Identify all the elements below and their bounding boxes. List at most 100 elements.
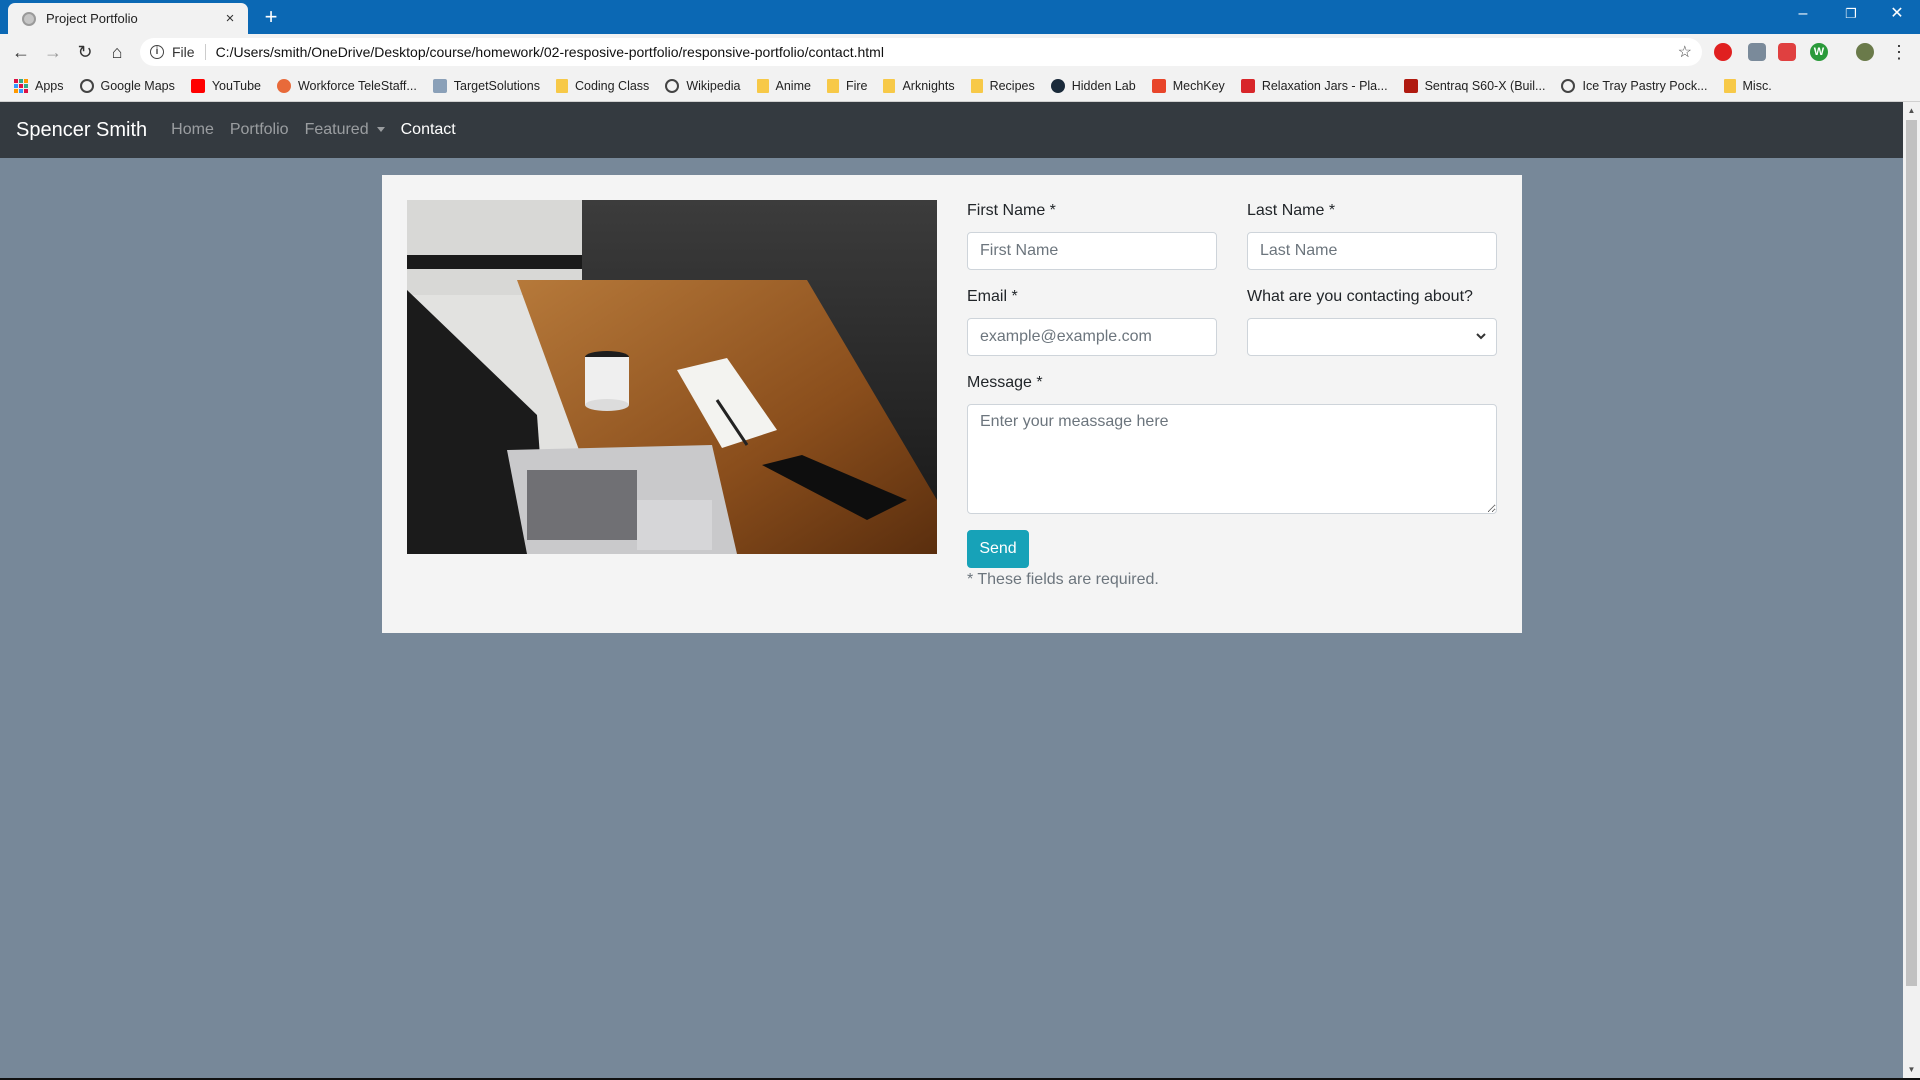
bookmark-label: MechKey — [1172, 78, 1225, 93]
youtube-icon — [190, 78, 205, 93]
bookmark-relaxation-jars[interactable]: Relaxation Jars - Pla... — [1240, 78, 1388, 93]
reload-icon[interactable]: ↻ — [72, 40, 98, 64]
bookmark-label: Wikipedia — [686, 78, 741, 93]
bookmark-fire[interactable]: Fire — [826, 78, 868, 93]
profile-avatar[interactable] — [1856, 43, 1874, 61]
site-navbar: Spencer Smith Home Portfolio Featured Co… — [0, 102, 1903, 158]
telestaff-icon — [276, 78, 291, 93]
apps-icon — [14, 78, 28, 93]
caret-down-icon — [376, 127, 385, 133]
minimize-button[interactable]: – — [1780, 0, 1826, 30]
send-button[interactable]: Send — [967, 530, 1029, 568]
chevron-down-icon — [1476, 329, 1486, 343]
bookmark-coding-class[interactable]: Coding Class — [555, 78, 650, 93]
folder-icon — [883, 78, 896, 93]
nav-featured-label: Featured — [304, 121, 369, 138]
last-name-input[interactable] — [1247, 232, 1497, 270]
bookmark-label: Misc. — [1742, 78, 1772, 93]
browser-titlebar: Project Portfolio × + – ❐ ✕ — [0, 0, 1920, 34]
bookmark-targetsolutions[interactable]: TargetSolutions — [432, 78, 540, 93]
bookmark-label: Anime — [775, 78, 811, 93]
bookmark-label: YouTube — [211, 78, 261, 93]
bookmark-youtube[interactable]: YouTube — [190, 78, 261, 93]
topic-select[interactable] — [1247, 318, 1497, 356]
extension-w-icon[interactable]: W — [1810, 43, 1828, 61]
scroll-down-arrow-icon[interactable]: ▼ — [1903, 1061, 1920, 1078]
relaxation-jars-icon — [1240, 78, 1255, 93]
bookmark-misc[interactable]: Misc. — [1723, 78, 1772, 93]
bookmark-label: Sentraq S60-X (Buil... — [1424, 78, 1546, 93]
required-fields-note: * These fields are required. — [967, 571, 1159, 588]
desk-photo — [407, 200, 937, 554]
close-window-button[interactable]: ✕ — [1874, 0, 1920, 30]
email-label: Email * — [967, 288, 1018, 305]
bookmark-recipes[interactable]: Recipes — [970, 78, 1035, 93]
address-url[interactable]: C:/Users/smith/OneDrive/Desktop/course/h… — [216, 44, 884, 60]
browser-tab[interactable]: Project Portfolio × — [8, 3, 248, 34]
extension-adblock-icon[interactable] — [1714, 43, 1732, 61]
chevron-down-glyph — [1476, 333, 1486, 340]
nav-dropdown-featured[interactable]: Featured — [305, 121, 385, 139]
bookmark-label: TargetSolutions — [453, 78, 540, 93]
extension-screen-icon[interactable] — [1748, 43, 1766, 61]
page-viewport: Spencer Smith Home Portfolio Featured Co… — [0, 102, 1903, 1078]
back-arrow-icon[interactable]: ← — [8, 40, 34, 64]
bookmark-google-maps[interactable]: Google Maps — [79, 78, 175, 93]
bookmark-sentraq[interactable]: Sentraq S60-X (Buil... — [1403, 78, 1546, 93]
bookmark-label: Google Maps — [100, 78, 175, 93]
message-textarea[interactable] — [967, 404, 1497, 514]
bookmark-anime[interactable]: Anime — [756, 78, 811, 93]
nav-link-home[interactable]: Home — [171, 121, 214, 139]
bookmark-label: Coding Class — [574, 78, 650, 93]
mechkey-icon — [1151, 78, 1166, 93]
folder-icon — [756, 78, 769, 93]
globe-icon — [79, 78, 94, 93]
globe-icon — [1561, 78, 1576, 93]
extension-video-icon[interactable] — [1778, 43, 1796, 61]
last-name-label: Last Name * — [1247, 202, 1336, 219]
topic-label: What are you contacting about? — [1247, 288, 1473, 305]
tab-close-icon[interactable]: × — [222, 10, 238, 27]
folder-icon — [970, 78, 983, 93]
scroll-up-arrow-icon[interactable]: ▲ — [1903, 102, 1920, 119]
bookmark-label: Arknights — [902, 78, 955, 93]
site-info-icon[interactable]: i — [150, 45, 164, 59]
targetsolutions-icon — [432, 78, 447, 93]
bookmark-workforce-telestaff[interactable]: Workforce TeleStaff... — [276, 78, 417, 93]
folder-icon — [826, 78, 839, 93]
bookmark-label: Hidden Lab — [1071, 78, 1136, 93]
restore-button[interactable]: ❐ — [1828, 0, 1874, 30]
bookmark-apps[interactable]: Apps — [14, 78, 64, 93]
first-name-label: First Name * — [967, 202, 1056, 219]
desk-photo-illustration — [407, 200, 937, 554]
bookmark-label: Fire — [845, 78, 868, 93]
hidden-lab-icon — [1050, 78, 1065, 93]
bookmark-hidden-lab[interactable]: Hidden Lab — [1050, 78, 1136, 93]
bookmark-label: Workforce TeleStaff... — [297, 78, 417, 93]
nav-link-contact[interactable]: Contact — [401, 121, 456, 139]
home-icon[interactable]: ⌂ — [104, 40, 130, 64]
bookmark-label: Ice Tray Pastry Pock... — [1582, 78, 1708, 93]
bookmark-wikipedia[interactable]: Wikipedia — [665, 78, 741, 93]
bookmarks-bar: Apps Google Maps YouTube Workforce TeleS… — [0, 70, 1920, 102]
scrollbar-thumb[interactable] — [1906, 120, 1917, 986]
forward-arrow-icon[interactable]: → — [40, 40, 66, 64]
folder-icon — [1723, 78, 1736, 93]
nav-link-portfolio[interactable]: Portfolio — [230, 121, 289, 139]
email-input[interactable] — [967, 318, 1217, 356]
bookmark-arknights[interactable]: Arknights — [883, 78, 955, 93]
bookmark-star-icon[interactable]: ☆ — [1678, 42, 1692, 62]
tab-title: Project Portfolio — [46, 11, 138, 26]
sentraq-icon — [1403, 78, 1418, 93]
message-label: Message * — [967, 374, 1043, 391]
page-favicon-icon — [22, 11, 36, 26]
bookmark-mechkey[interactable]: MechKey — [1151, 78, 1225, 93]
browser-menu-icon[interactable]: ⋮ — [1886, 40, 1912, 64]
bookmark-label: Relaxation Jars - Pla... — [1261, 78, 1388, 93]
bookmark-ice-tray-pastry[interactable]: Ice Tray Pastry Pock... — [1561, 78, 1708, 93]
new-tab-button[interactable]: + — [258, 4, 284, 30]
first-name-input[interactable] — [967, 232, 1217, 270]
site-brand[interactable]: Spencer Smith — [16, 119, 147, 142]
page-scrollbar[interactable]: ▲ ▼ — [1903, 102, 1920, 1078]
address-bar[interactable]: i File C:/Users/smith/OneDrive/Desktop/c… — [140, 38, 1702, 66]
